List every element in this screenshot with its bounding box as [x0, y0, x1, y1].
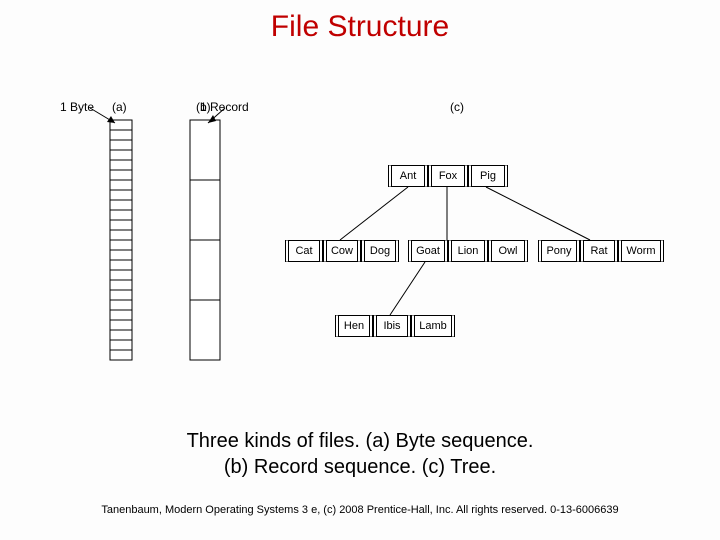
- label-b: (b): [196, 100, 211, 114]
- tree-node: Pony: [538, 240, 580, 262]
- tree-node: Ant: [388, 165, 428, 187]
- caption-line: Three kinds of files. (a) Byte sequence.: [187, 430, 534, 452]
- tree-node: Worm: [618, 240, 664, 262]
- figure-area: 1 Byte 1 Record (a) (b) (c) Ant Fox Pig …: [30, 100, 700, 410]
- tree-node: Ibis: [373, 315, 411, 337]
- tree-node: Lion: [448, 240, 488, 262]
- tree-node: Rat: [580, 240, 618, 262]
- page-title: File Structure: [0, 0, 720, 44]
- figure-caption: Three kinds of files. (a) Byte sequence.…: [0, 428, 720, 480]
- tree-node: Fox: [428, 165, 468, 187]
- tree-node: Cow: [323, 240, 361, 262]
- tree-node: Goat: [408, 240, 448, 262]
- tree-node: Dog: [361, 240, 399, 262]
- tree-node: Pig: [468, 165, 508, 187]
- label-a: (a): [112, 100, 127, 114]
- footer-citation: Tanenbaum, Modern Operating Systems 3 e,…: [0, 504, 720, 516]
- tree-node: Hen: [335, 315, 373, 337]
- tree-node: Lamb: [411, 315, 455, 337]
- caption-line: (b) Record sequence. (c) Tree.: [224, 456, 496, 478]
- label-byte: 1 Byte: [60, 100, 94, 114]
- tree-node: Cat: [285, 240, 323, 262]
- tree-node: Owl: [488, 240, 528, 262]
- label-c: (c): [450, 100, 464, 114]
